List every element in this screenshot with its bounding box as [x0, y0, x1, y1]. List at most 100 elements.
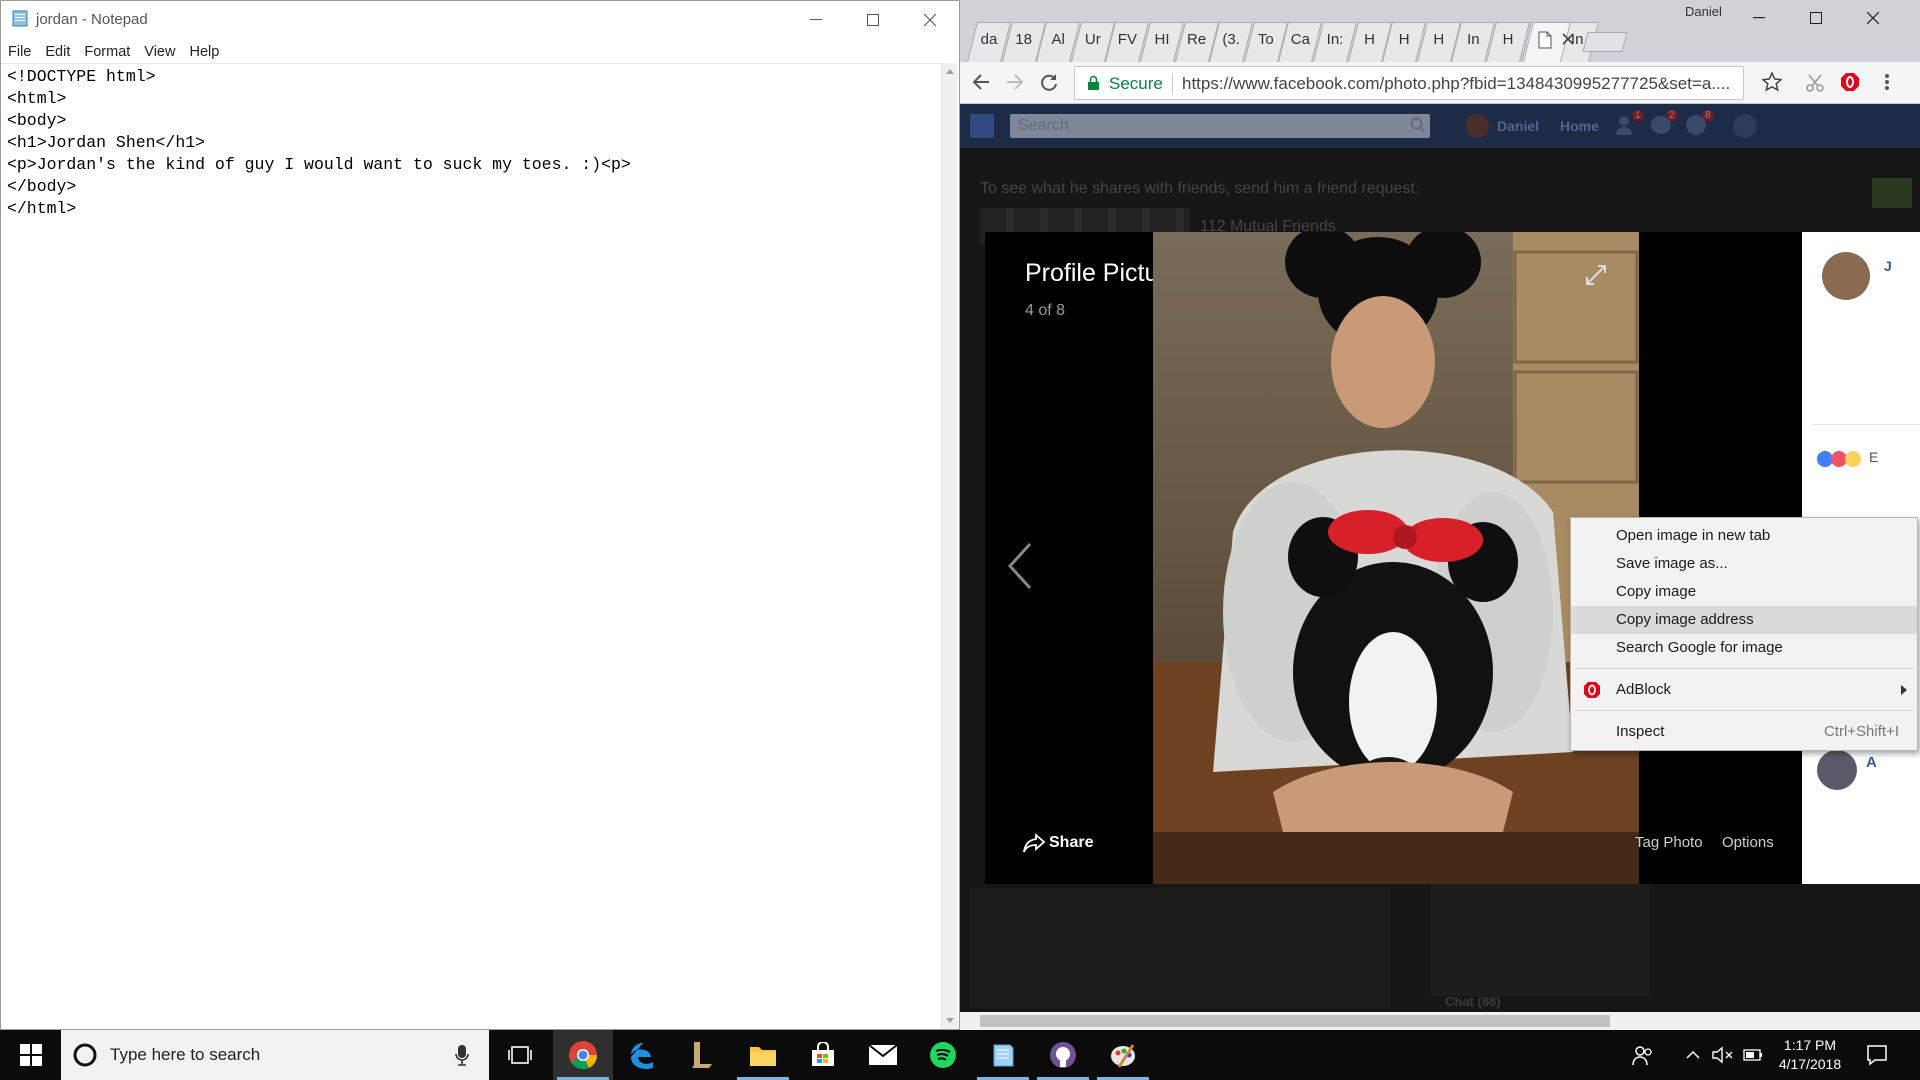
tab-strip: da18AlUrFVHIRe(3.ToCaIn:HHHInHsrIn Danie… — [960, 0, 1920, 62]
people-icon[interactable] — [1632, 1044, 1654, 1066]
menu-item-adblock[interactable]: AdBlock — [1571, 676, 1917, 704]
horizontal-scrollbar[interactable] — [960, 1012, 1920, 1030]
scroll-up-icon[interactable] — [946, 69, 954, 74]
adblock-extension-icon[interactable] — [1840, 72, 1860, 92]
profile-photo[interactable] — [1153, 232, 1639, 884]
taskbar-notepad[interactable] — [973, 1030, 1033, 1080]
avatar[interactable] — [1822, 252, 1870, 300]
add-friend-button[interactable] — [1872, 178, 1912, 208]
minimize-button[interactable] — [787, 1, 844, 39]
start-button[interactable] — [0, 1030, 61, 1080]
menu-item-inspect[interactable]: Inspect Ctrl+Shift+I — [1571, 718, 1917, 746]
clock-date: 4/17/2018 — [1778, 1056, 1842, 1072]
chrome-menu-icon[interactable] — [1884, 73, 1890, 91]
help-icon[interactable] — [1733, 114, 1757, 138]
microphone-icon[interactable] — [455, 1044, 469, 1066]
reload-button[interactable] — [1040, 73, 1058, 91]
notepad-text-area[interactable]: <!DOCTYPE html> <html> <body> <h1>Jordan… — [1, 63, 941, 1029]
notepad-window: jordan - Notepad File Edit Format View H… — [0, 0, 960, 1030]
menu-separator — [1575, 710, 1913, 711]
taskbar-github[interactable] — [1033, 1030, 1093, 1080]
chrome-window: da18AlUrFVHIRe(3.ToCaIn:HHHInHsrIn Danie… — [960, 0, 1920, 1030]
facebook-search-input[interactable] — [1010, 114, 1430, 138]
volume-muted-icon[interactable] — [1712, 1046, 1734, 1064]
tab-label: FV — [1117, 31, 1137, 48]
taskbar-edge[interactable] — [613, 1030, 673, 1080]
task-view-icon — [508, 1046, 532, 1064]
reactions-icon[interactable] — [1816, 450, 1864, 468]
action-center-icon[interactable] — [1866, 1044, 1888, 1066]
tab-label: H — [1364, 31, 1376, 48]
adblock-label: AdBlock — [1616, 681, 1672, 698]
close-button[interactable] — [1844, 0, 1901, 36]
chrome-icon — [569, 1041, 598, 1070]
menu-edit[interactable]: Edit — [45, 44, 70, 60]
lock-icon — [1087, 75, 1100, 91]
taskbar-spotify[interactable] — [913, 1030, 973, 1080]
url-text[interactable]: https://www.facebook.com/photo.php?fbid=… — [1182, 74, 1738, 94]
facebook-profile-link[interactable]: Daniel — [1497, 118, 1539, 134]
profile-name[interactable]: Daniel — [1685, 4, 1722, 19]
taskbar-mail[interactable] — [853, 1030, 913, 1080]
share-button[interactable]: Share — [1049, 834, 1093, 852]
tab-label: Al — [1051, 31, 1065, 48]
taskbar-league[interactable] — [673, 1030, 733, 1080]
reload-icon — [1041, 74, 1057, 91]
extension-scissors-icon[interactable] — [1806, 74, 1824, 92]
taskbar-chrome[interactable] — [553, 1030, 613, 1080]
address-bar[interactable]: Secure https://www.facebook.com/photo.ph… — [1074, 66, 1744, 100]
vertical-scrollbar[interactable] — [941, 63, 958, 1029]
show-hidden-icons-chevron-icon[interactable] — [1686, 1050, 1700, 1060]
tab-label: H — [1398, 31, 1410, 48]
menu-item-search-google-image[interactable]: Search Google for image — [1571, 634, 1917, 662]
scroll-down-icon[interactable] — [946, 1018, 954, 1023]
photo-counter: 4 of 8 — [1025, 302, 1066, 319]
tab-label: Ur — [1084, 31, 1101, 48]
avatar[interactable] — [1465, 114, 1489, 138]
maximize-button[interactable] — [1787, 0, 1844, 36]
poster-name-initial[interactable]: J — [1884, 258, 1892, 274]
menu-file[interactable]: File — [8, 44, 31, 60]
fullscreen-icon[interactable] — [1585, 264, 1607, 286]
minimize-button[interactable] — [1730, 0, 1787, 36]
taskbar-file-explorer[interactable] — [733, 1030, 793, 1080]
tag-photo-button[interactable]: Tag Photo — [1635, 834, 1703, 851]
cortana-icon[interactable] — [73, 1043, 97, 1067]
scrollbar-thumb[interactable] — [980, 1015, 1610, 1027]
taskbar-store[interactable] — [793, 1030, 853, 1080]
submenu-arrow-icon — [1901, 685, 1907, 695]
options-button[interactable]: Options — [1722, 834, 1774, 851]
close-button[interactable] — [901, 1, 958, 39]
task-view-button[interactable] — [490, 1030, 550, 1080]
previous-photo-icon[interactable] — [1007, 542, 1033, 590]
notification-badge: 8 — [1702, 110, 1714, 121]
close-tab-icon[interactable] — [1562, 33, 1574, 45]
reactions-names[interactable]: E — [1869, 449, 1878, 465]
browser-toolbar: Secure https://www.facebook.com/photo.ph… — [960, 62, 1920, 104]
close-icon — [923, 14, 936, 26]
chat-label[interactable]: Chat (88) — [1445, 994, 1501, 1009]
menu-format[interactable]: Format — [84, 44, 130, 60]
search-icon[interactable] — [1410, 117, 1426, 133]
bookmark-star-icon[interactable] — [1762, 72, 1782, 92]
menu-item-open-image-new-tab[interactable]: Open image in new tab — [1571, 522, 1917, 550]
menu-view[interactable]: View — [144, 44, 175, 60]
maximize-button[interactable] — [844, 1, 901, 39]
facebook-home-link[interactable]: Home — [1560, 118, 1599, 134]
commenter-name-initial[interactable]: A — [1866, 754, 1877, 771]
menu-help[interactable]: Help — [189, 44, 219, 60]
taskbar-paint[interactable] — [1093, 1030, 1153, 1080]
new-tab-button[interactable] — [1582, 32, 1628, 52]
facebook-logo-icon[interactable] — [970, 114, 994, 138]
taskbar-search-box[interactable]: Type here to search — [61, 1030, 489, 1080]
system-clock[interactable]: 1:17 PM 4/17/2018 — [1760, 1036, 1860, 1074]
edge-icon — [631, 1043, 653, 1069]
notepad-title-bar[interactable]: jordan - Notepad — [1, 1, 959, 39]
menu-item-copy-image-address[interactable]: Copy image address — [1571, 606, 1917, 634]
menu-item-save-image-as[interactable]: Save image as... — [1571, 550, 1917, 578]
forward-button[interactable] — [1006, 73, 1024, 91]
back-button[interactable] — [972, 73, 990, 91]
share-icon[interactable] — [1023, 832, 1045, 854]
menu-item-copy-image[interactable]: Copy image — [1571, 578, 1917, 606]
avatar[interactable] — [1817, 750, 1857, 790]
